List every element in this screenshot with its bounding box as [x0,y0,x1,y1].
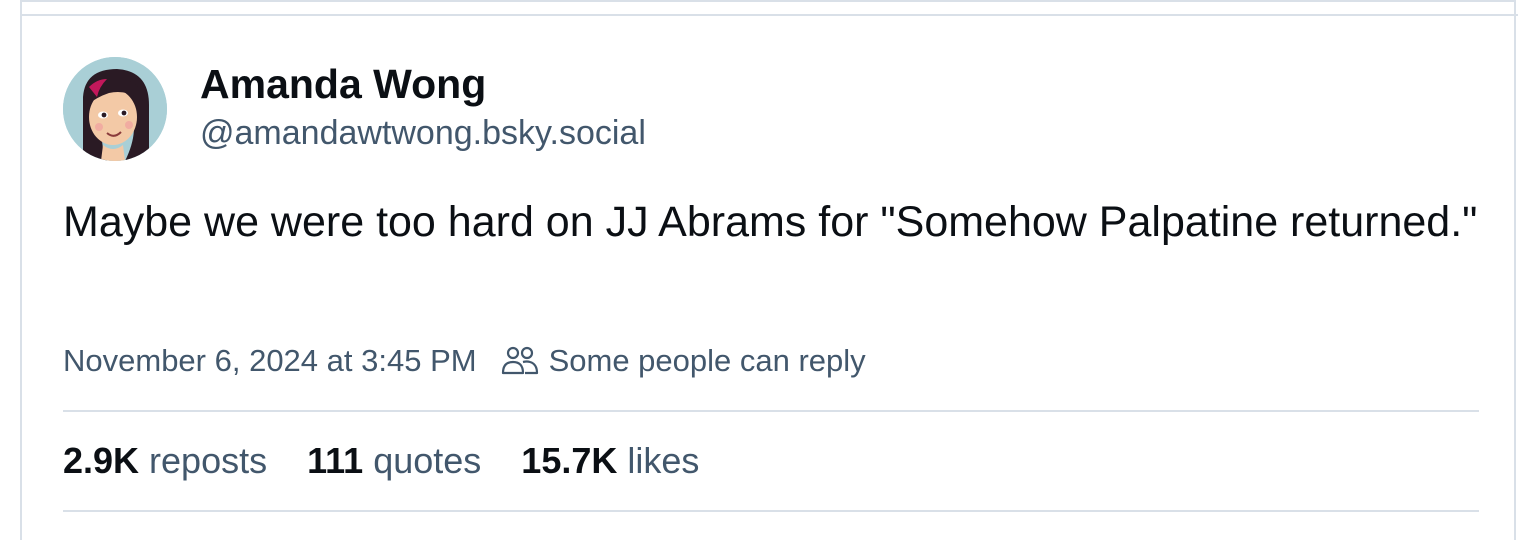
avatar-illustration [63,57,167,161]
author-name[interactable]: Amanda Wong [200,60,486,108]
quotes-label: quotes [373,440,482,481]
likes-label: likes [627,440,700,481]
reply-setting[interactable]: Some people can reply [501,343,866,379]
reposts-stat[interactable]: 2.9K reposts [63,440,267,482]
stats-divider-top [63,410,1479,412]
post-timestamp[interactable]: November 6, 2024 at 3:45 PM [63,343,477,379]
post-text: Maybe we were too hard on JJ Abrams for … [63,198,1478,246]
avatar[interactable] [63,57,167,161]
reposts-label: reposts [149,440,268,481]
reposts-count: 2.9K [63,440,140,481]
author-handle[interactable]: @amandawtwong.bsky.social [200,112,646,154]
top-divider [22,14,1518,16]
quotes-stat[interactable]: 111 quotes [307,440,481,482]
stats-divider-bottom [63,510,1479,512]
quotes-count: 111 [307,440,364,481]
reply-setting-label: Some people can reply [548,343,866,378]
post-card: Amanda Wong @amandawtwong.bsky.social Ma… [20,0,1518,540]
likes-count: 15.7K [521,440,618,481]
likes-stat[interactable]: 15.7K likes [521,440,699,482]
post-meta: November 6, 2024 at 3:45 PM Some people … [63,338,866,384]
post-stats: 2.9K reposts 111 quotes 15.7K likes [63,436,739,486]
people-icon [501,345,539,377]
